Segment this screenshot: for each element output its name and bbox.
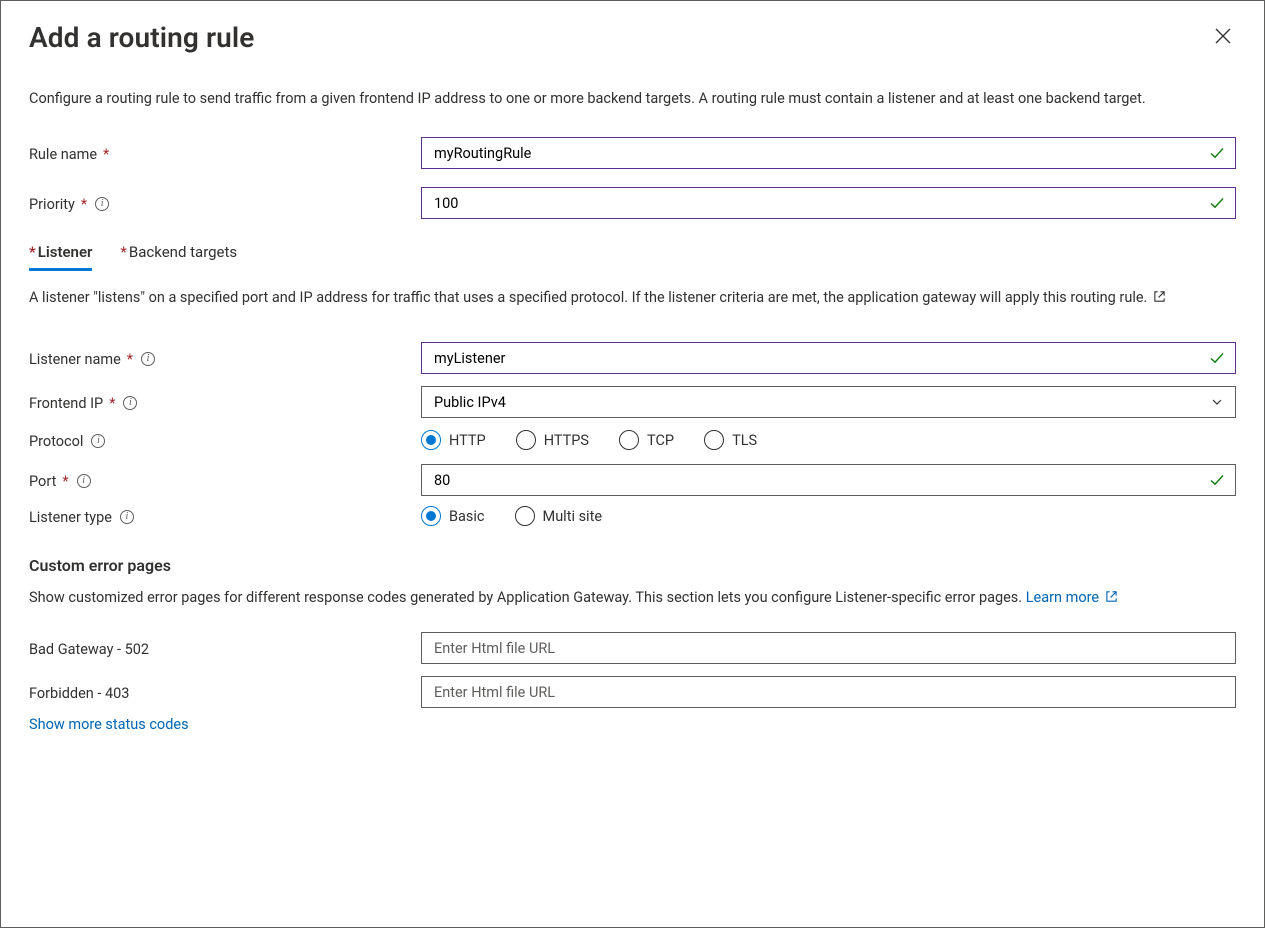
required-asterisk: * [62,473,68,490]
required-asterisk: * [103,146,109,163]
listener-type-options: Basic Multi site [421,506,1236,526]
show-more-status-codes-link[interactable]: Show more status codes [29,716,189,733]
external-link-icon [1105,590,1118,603]
info-icon[interactable]: i [141,352,155,366]
forbidden-row: Forbidden - 403 [29,676,1236,708]
listener-type-row: Listener type i Basic Multi site [29,506,1236,526]
required-asterisk: * [120,243,126,261]
radio-selected-icon [421,430,441,450]
bad-gateway-field [421,632,1236,664]
bad-gateway-label: Bad Gateway - 502 [29,639,421,658]
info-icon[interactable]: i [91,434,105,448]
protocol-label: Protocol i [29,431,421,450]
forbidden-input[interactable] [421,676,1236,708]
listener-name-row: Listener name * i [29,342,1236,374]
frontend-ip-field [421,386,1236,418]
protocol-http-radio[interactable]: HTTP [421,430,486,450]
error-pages-title: Custom error pages [29,556,1236,575]
listener-name-label: Listener name * i [29,349,421,368]
protocol-tcp-radio[interactable]: TCP [619,430,674,450]
radio-icon [704,430,724,450]
valid-check-icon [1208,349,1226,367]
forbidden-field [421,676,1236,708]
info-icon[interactable]: i [123,396,137,410]
listener-name-field [421,342,1236,374]
frontend-ip-select[interactable] [421,386,1236,418]
routing-rule-panel: Add a routing rule Configure a routing r… [0,0,1265,928]
listener-description: A listener "listens" on a specified port… [29,287,1236,308]
radio-selected-icon [421,506,441,526]
rule-name-field [421,137,1236,169]
radio-icon [516,430,536,450]
error-pages-desc: Show customized error pages for differen… [29,587,1236,608]
rule-name-row: Rule name * [29,137,1236,169]
priority-field [421,187,1236,219]
radio-icon [515,506,535,526]
port-label: Port * i [29,471,421,490]
port-row: Port * i [29,464,1236,496]
port-field [421,464,1236,496]
frontend-ip-row: Frontend IP * i [29,386,1236,418]
port-input[interactable] [421,464,1236,496]
valid-check-icon [1208,471,1226,489]
listener-type-multisite-radio[interactable]: Multi site [515,506,603,526]
listener-type-basic-radio[interactable]: Basic [421,506,485,526]
priority-row: Priority * i [29,187,1236,219]
listener-type-label: Listener type i [29,507,421,526]
panel-header: Add a routing rule [29,21,1236,54]
tab-backend-targets[interactable]: *Backend targets [120,241,237,271]
bad-gateway-row: Bad Gateway - 502 [29,632,1236,664]
frontend-ip-label: Frontend IP * i [29,393,421,412]
tabs: *Listener *Backend targets [29,241,1236,271]
required-asterisk: * [109,395,115,412]
protocol-tls-radio[interactable]: TLS [704,430,757,450]
protocol-options: HTTP HTTPS TCP TLS [421,430,1236,450]
info-icon[interactable]: i [120,510,134,524]
listener-name-input[interactable] [421,342,1236,374]
required-asterisk: * [81,196,87,213]
required-asterisk: * [127,351,133,368]
tab-listener[interactable]: *Listener [29,241,92,271]
priority-input[interactable] [421,187,1236,219]
radio-icon [619,430,639,450]
protocol-https-radio[interactable]: HTTPS [516,430,589,450]
close-icon [1214,27,1232,45]
external-link-icon[interactable] [1153,290,1166,303]
forbidden-label: Forbidden - 403 [29,683,421,702]
valid-check-icon [1208,194,1226,212]
priority-label: Priority * i [29,194,421,213]
intro-text: Configure a routing rule to send traffic… [29,88,1236,109]
panel-title: Add a routing rule [29,21,254,54]
close-button[interactable] [1210,23,1236,49]
info-icon[interactable]: i [95,197,109,211]
learn-more-link[interactable]: Learn more [1026,589,1118,606]
protocol-row: Protocol i HTTP HTTPS TCP TLS [29,430,1236,450]
rule-name-label: Rule name * [29,144,421,163]
bad-gateway-input[interactable] [421,632,1236,664]
valid-check-icon [1208,144,1226,162]
info-icon[interactable]: i [77,474,91,488]
required-asterisk: * [29,243,36,261]
rule-name-input[interactable] [421,137,1236,169]
